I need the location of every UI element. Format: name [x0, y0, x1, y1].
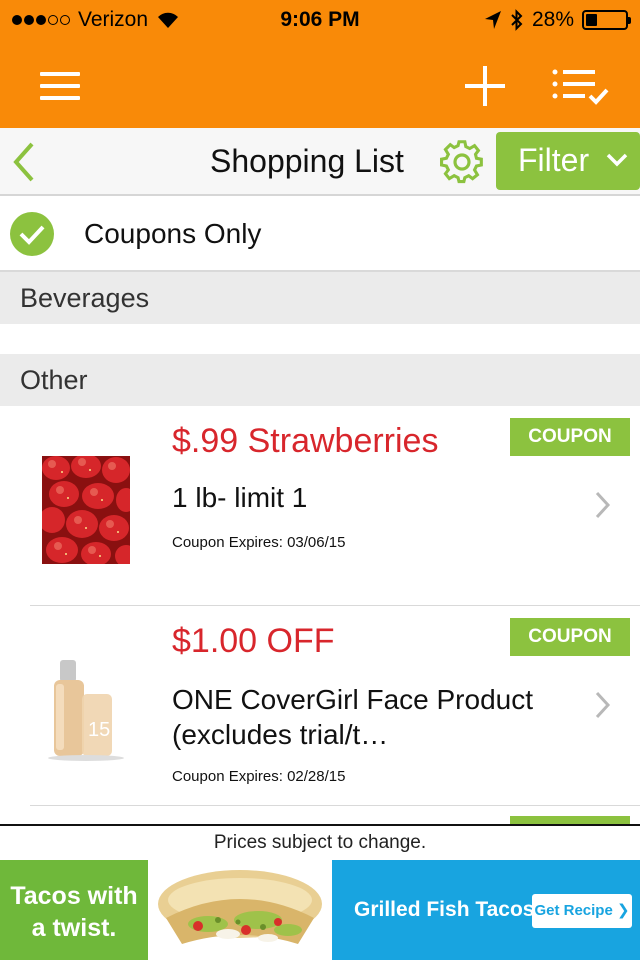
chevron-right-icon — [595, 491, 611, 519]
ad-tagline: Tacos with a twist. — [0, 860, 148, 960]
status-bar: Verizon 9:06 PM 28% — [0, 0, 640, 40]
strawberries-image — [42, 456, 130, 564]
status-right-group: 28% — [484, 8, 631, 32]
bluetooth-icon — [511, 9, 523, 31]
item-description: ONE CoverGirl Face Product (excludes tri… — [172, 684, 533, 750]
coupon-badge: COUPON — [510, 618, 630, 656]
filter-label: Filter — [518, 142, 590, 178]
list-item[interactable]: $.99 Strawberries COUPON 1 lb- limit 1 C… — [0, 406, 640, 606]
nav-bar: Shopping List Filter — [0, 128, 640, 196]
battery-level-fill — [586, 14, 597, 26]
ad-title: Grilled Fish Tacos — [354, 898, 535, 921]
filter-button[interactable]: Filter — [496, 132, 640, 190]
gear-icon[interactable] — [440, 140, 484, 184]
svg-text:15: 15 — [88, 719, 110, 741]
section-header-beverages: Beverages — [0, 272, 640, 324]
taco-photo — [148, 860, 332, 960]
section-header-other: Other — [0, 354, 640, 406]
item-price: $.99 Strawberries — [172, 422, 439, 460]
page-title: Shopping List — [210, 143, 404, 179]
section-label: Beverages — [20, 283, 150, 313]
item-description: 1 lb- limit 1 — [172, 482, 308, 513]
coupons-only-label: Coupons Only — [84, 218, 262, 249]
foundation-bottle-image: 15 — [42, 654, 130, 762]
hamburger-menu-icon[interactable] — [36, 64, 86, 108]
item-price: $1.00 OFF — [172, 622, 335, 660]
battery-icon — [582, 10, 631, 30]
list-item[interactable]: 15 $1.00 OFF COUPON ONE CoverGirl Face P… — [0, 606, 640, 806]
row-divider — [30, 805, 640, 806]
app-header — [0, 40, 640, 128]
back-chevron-icon[interactable] — [8, 140, 42, 184]
checkmark-circle-icon[interactable] — [10, 212, 54, 256]
battery-percent: 28% — [531, 8, 574, 31]
coupon-badge-partial — [510, 816, 630, 824]
coupon-badge: COUPON — [510, 418, 630, 456]
checklist-icon[interactable] — [550, 64, 612, 108]
price-disclaimer: Prices subject to change. — [0, 824, 640, 860]
get-recipe-button[interactable]: Get Recipe ❯ — [532, 894, 632, 928]
item-expiration: Coupon Expires: 02/28/15 — [172, 768, 346, 785]
section-label: Other — [20, 365, 88, 395]
item-expiration: Coupon Expires: 03/06/15 — [172, 534, 346, 551]
plus-icon[interactable] — [460, 64, 510, 108]
chevron-right-icon — [595, 691, 611, 719]
location-arrow-icon — [484, 11, 501, 29]
coupons-only-toggle[interactable]: Coupons Only — [0, 196, 640, 272]
chevron-down-icon — [606, 153, 628, 167]
ad-banner[interactable]: Tacos with a twist. Grilled Fish Tacos G… — [0, 860, 640, 960]
